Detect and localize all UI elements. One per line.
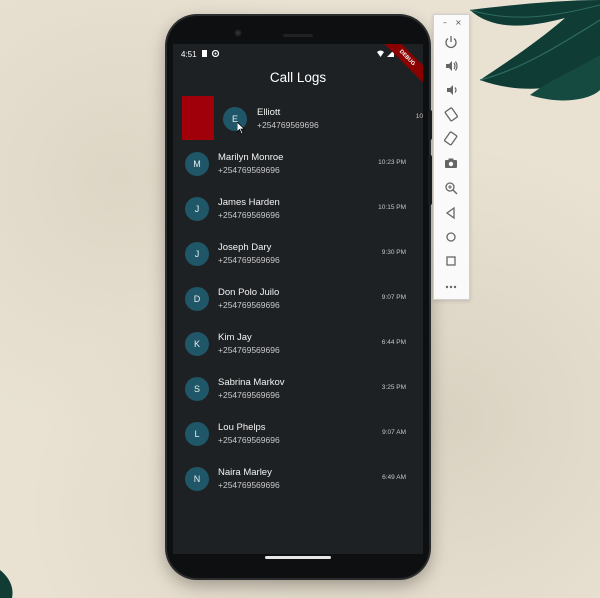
- status-bar: 4:51 DEBUG: [173, 44, 423, 84]
- volume-down-icon[interactable]: [443, 82, 459, 98]
- contact-number: +254769569696: [218, 435, 280, 445]
- minimize-icon[interactable]: –: [443, 18, 447, 27]
- app-screen: 4:51 DEBUG Call Logs E Elliott +25476956…: [173, 44, 423, 554]
- back-icon[interactable]: [443, 205, 459, 221]
- call-log-item-swiped[interactable]: E Elliott +254769569696 10: [173, 99, 423, 141]
- call-time: 3:25 PM: [381, 384, 406, 391]
- call-log-item[interactable]: J James Harden +254769569696 10:15 PM: [173, 189, 423, 231]
- avatar: J: [185, 197, 209, 221]
- settings-status-icon: [212, 50, 219, 57]
- avatar: J: [185, 242, 209, 266]
- call-time: 10:15 PM: [378, 204, 406, 211]
- call-log-item[interactable]: M Marilyn Monroe +254769569696 10:23 PM: [173, 144, 423, 186]
- call-time: 9:30 PM: [381, 249, 406, 256]
- call-log-item[interactable]: N Naira Marley +254769569696 6:49 AM: [173, 459, 423, 501]
- avatar: N: [185, 467, 209, 491]
- power-side-button: [428, 110, 432, 140]
- mouse-cursor-icon: [237, 122, 246, 135]
- avatar: L: [185, 422, 209, 446]
- contact-name: Sabrina Markov: [218, 377, 285, 388]
- contact-number: +254769569696: [218, 165, 280, 175]
- contact-number: +254769569696: [218, 255, 280, 265]
- page-title: Call Logs: [269, 70, 327, 85]
- emulator-toolbar: – ×: [433, 14, 470, 300]
- call-time: 10: [415, 113, 423, 120]
- power-icon[interactable]: [443, 34, 459, 50]
- leaf-decoration-bottom-left: [0, 570, 13, 598]
- contact-name: Joseph Dary: [218, 242, 272, 253]
- front-camera: [234, 29, 242, 37]
- home-gesture-bar[interactable]: [265, 556, 331, 559]
- zoom-icon[interactable]: [443, 180, 459, 196]
- contact-name: Kim Jay: [218, 332, 252, 343]
- volume-up-icon[interactable]: [443, 58, 459, 74]
- avatar: M: [185, 152, 209, 176]
- contact-name: Lou Phelps: [218, 422, 266, 433]
- contact-number: +254769569696: [218, 300, 280, 310]
- contact-number: +254769569696: [218, 345, 280, 355]
- avatar: D: [185, 287, 209, 311]
- call-time: 6:49 AM: [382, 474, 406, 481]
- call-time: 9:07 AM: [382, 429, 406, 436]
- avatar: K: [185, 332, 209, 356]
- sd-card-icon: [202, 50, 207, 57]
- call-log-item[interactable]: S Sabrina Markov +254769569696 3:25 PM: [173, 369, 423, 411]
- call-time: 10:23 PM: [378, 159, 406, 166]
- call-log-item[interactable]: D Don Polo Juilo +254769569696 9:07 PM: [173, 279, 423, 321]
- close-icon[interactable]: ×: [455, 18, 462, 27]
- contact-name: Naira Marley: [218, 467, 272, 478]
- more-icon[interactable]: [443, 279, 459, 295]
- speaker-grille: [283, 34, 313, 37]
- avatar: S: [185, 377, 209, 401]
- contact-name: Marilyn Monroe: [218, 152, 284, 163]
- call-time: 6:44 PM: [381, 339, 406, 346]
- call-log-item[interactable]: K Kim Jay +254769569696 6:44 PM: [173, 324, 423, 366]
- overview-icon[interactable]: [443, 253, 459, 269]
- contact-name: Elliott: [257, 107, 281, 118]
- call-time: 9:07 PM: [381, 294, 406, 301]
- navigation-bar: [173, 546, 423, 559]
- call-log-item[interactable]: L Lou Phelps +254769569696 9:07 AM: [173, 414, 423, 456]
- volume-side-button: [428, 155, 432, 205]
- contact-number: +254769569696: [218, 210, 280, 220]
- contact-name: Don Polo Juilo: [218, 287, 280, 298]
- contact-name: James Harden: [218, 197, 280, 208]
- contact-number: +254769569696: [257, 120, 319, 130]
- call-log-item[interactable]: J Joseph Dary +254769569696 9:30 PM: [173, 234, 423, 276]
- home-icon[interactable]: [443, 229, 459, 245]
- rotate-left-icon[interactable]: [443, 106, 459, 122]
- rotate-right-icon[interactable]: [443, 130, 459, 146]
- wifi-icon: [377, 50, 384, 57]
- camera-icon[interactable]: [443, 155, 459, 171]
- contact-number: +254769569696: [218, 480, 280, 490]
- contact-number: +254769569696: [218, 390, 280, 400]
- status-time: 4:51: [181, 50, 197, 59]
